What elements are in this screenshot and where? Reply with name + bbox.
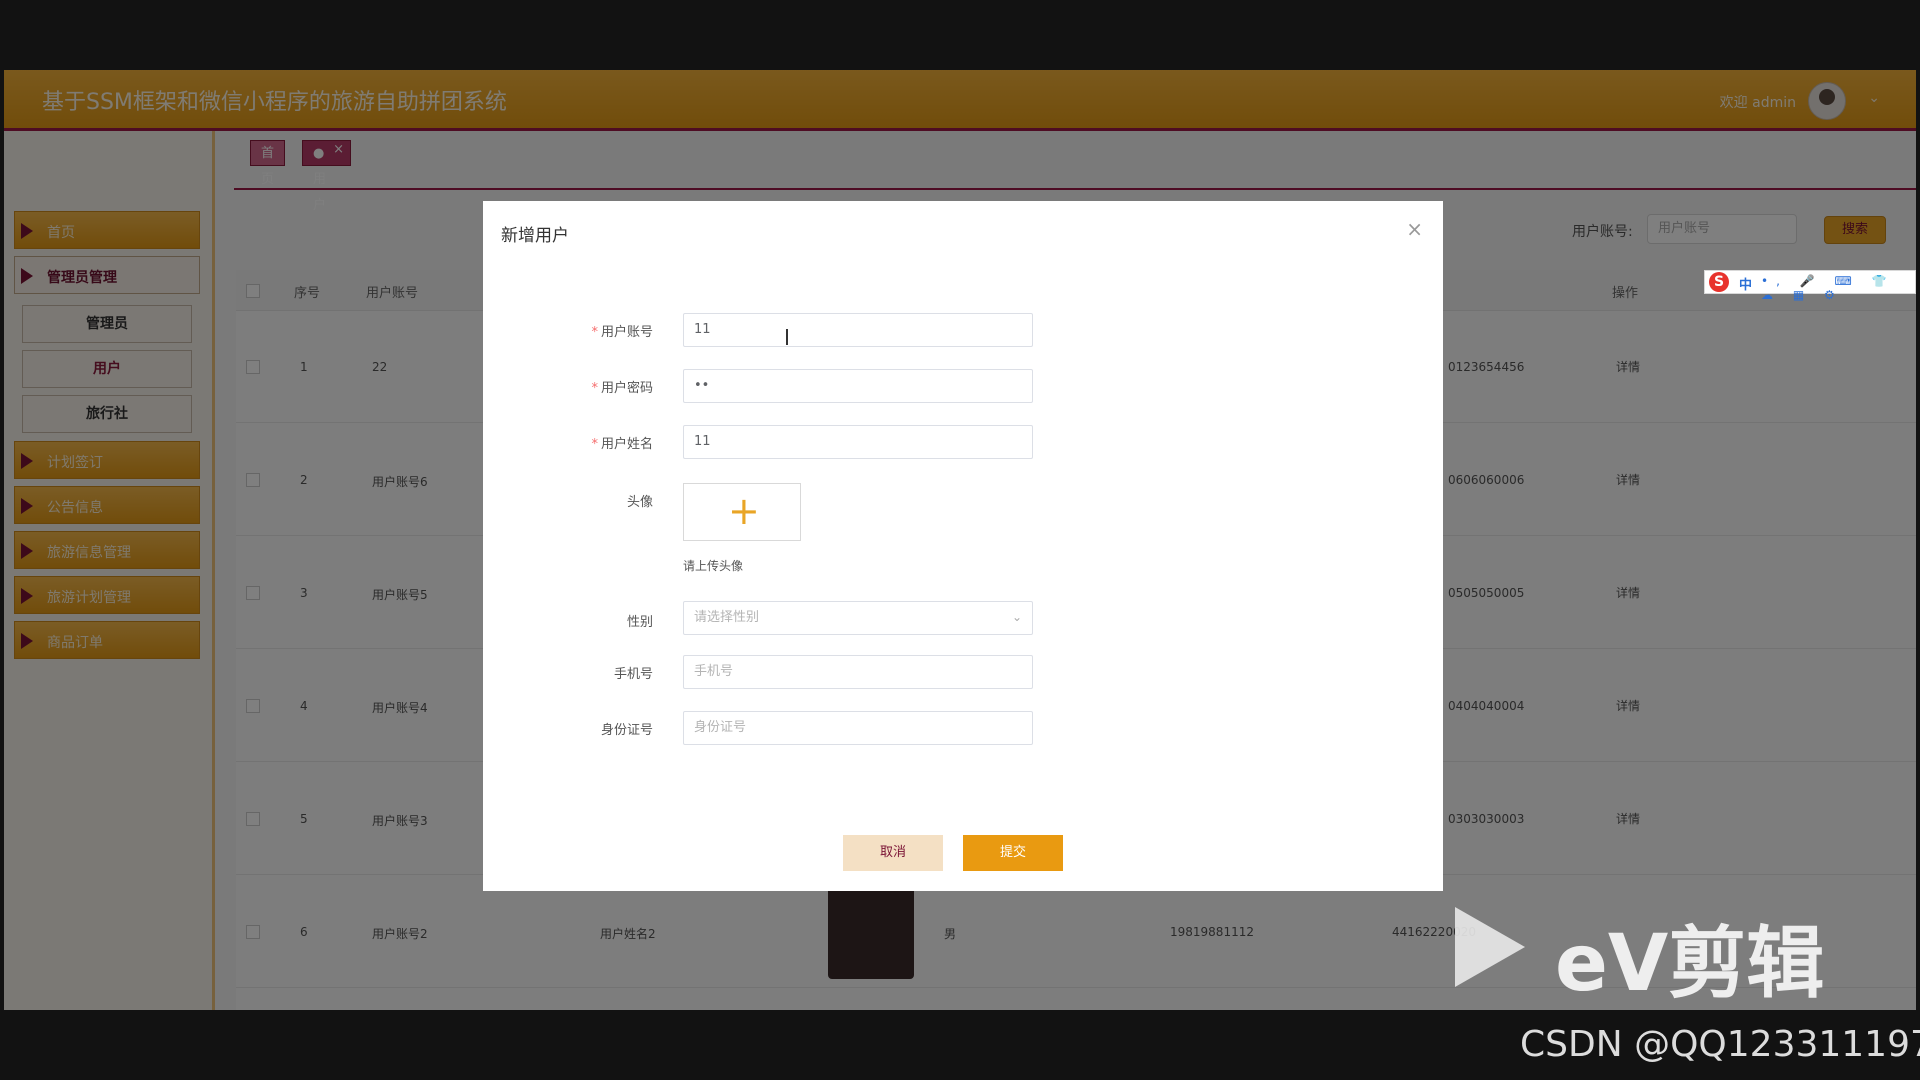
app-screen: 基于SSM框架和微信小程序的旅游自助拼团系统 欢迎 admin ⌄ 首页 管理员…	[4, 70, 1916, 1010]
name-input[interactable]: 11	[683, 425, 1033, 459]
password-input[interactable]: ••	[683, 369, 1033, 403]
account-input[interactable]: 11	[683, 313, 1033, 347]
text-cursor-icon	[786, 329, 788, 345]
idcard-label: 身份证号	[600, 723, 653, 738]
close-icon[interactable]: ×	[1406, 217, 1423, 241]
plus-icon: +	[728, 489, 760, 533]
submit-button[interactable]: 提交	[963, 835, 1063, 871]
ime-toolbar: S 中 •, 🎤 ⌨ 👕 ☁ ▦ ⚙	[1704, 270, 1916, 302]
account-label-text: 用户账号	[600, 325, 653, 340]
add-user-dialog: 新增用户 × * 用户账号 11 * 用户密码 •• * 用户姓名 11 头像 + 请…	[483, 201, 1443, 891]
name-label-text: 用户姓名	[600, 437, 653, 452]
name-label: * 用户姓名	[483, 433, 653, 452]
password-label-text: 用户密码	[600, 381, 653, 396]
gender-select[interactable]: 请选择性别 ⌄	[683, 601, 1033, 635]
gender-placeholder: 请选择性别	[694, 610, 760, 625]
required-mark: *	[591, 325, 598, 340]
idcard-input[interactable]: 身份证号	[683, 711, 1033, 745]
password-label: * 用户密码	[483, 377, 653, 396]
sogou-logo-icon[interactable]: S	[1709, 272, 1729, 292]
ime-tool-icons[interactable]: •, 🎤 ⌨ 👕 ☁ ▦ ⚙	[1761, 274, 1915, 302]
avatar-hint: 请上传头像	[683, 559, 744, 573]
play-icon	[1455, 907, 1525, 987]
required-mark: *	[591, 437, 598, 452]
ime-mode[interactable]: 中	[1739, 274, 1752, 293]
chevron-down-icon: ⌄	[1011, 610, 1022, 624]
avatar-label: 头像	[626, 495, 653, 510]
phone-label: 手机号	[613, 667, 653, 682]
phone-input[interactable]: 手机号	[683, 655, 1033, 689]
account-label: * 用户账号	[483, 321, 653, 340]
csdn-watermark: CSDN @QQ123311197	[1520, 1024, 1920, 1065]
dialog-title: 新增用户	[501, 226, 569, 246]
ev-watermark-text: eV剪辑	[1555, 919, 1825, 1009]
cancel-button[interactable]: 取消	[843, 835, 943, 871]
avatar-upload[interactable]: +	[683, 483, 801, 541]
gender-label: 性别	[626, 615, 653, 630]
required-mark: *	[591, 381, 598, 396]
